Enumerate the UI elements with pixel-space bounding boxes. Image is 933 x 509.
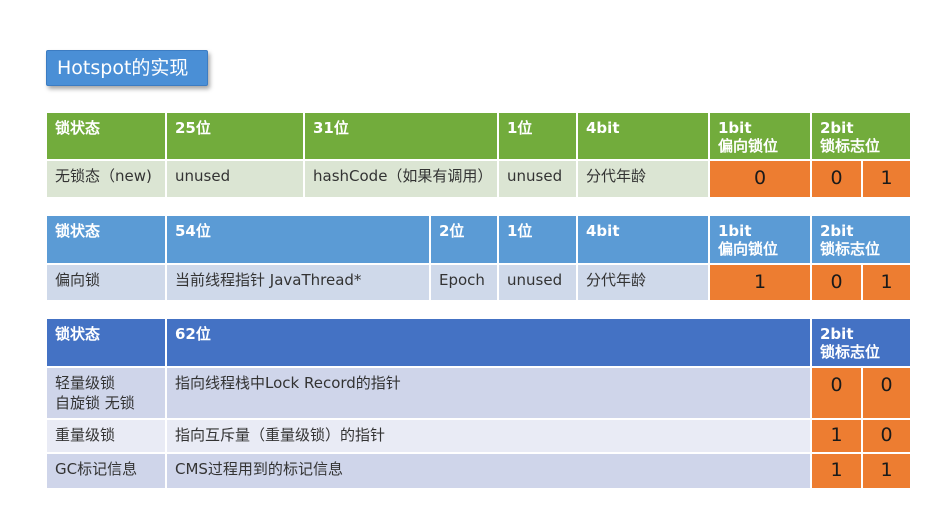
cell-lock-state: 无锁态（new): [47, 161, 165, 197]
header-lock-flag: 2bit 锁标志位: [812, 319, 910, 366]
cell-flag-bit2: 0: [863, 368, 910, 418]
cell-lightweight-lock-state: 轻量级锁 自旋锁 无锁: [47, 368, 165, 418]
header-lock-flag: 2bit 锁标志位: [812, 113, 910, 159]
cell-flag-bit1: 0: [812, 368, 861, 418]
cell-generation-age: 分代年龄: [578, 161, 708, 197]
cell-unused-bit: unused: [499, 265, 576, 300]
cell-flag-bit2: 1: [863, 161, 910, 197]
header-31bit: 31位: [305, 113, 497, 159]
header-25bit: 25位: [167, 113, 303, 159]
header-biased-bit: 1bit 偏向锁位: [710, 113, 810, 159]
cell-flag-bit2: 1: [863, 454, 910, 488]
cell-epoch: Epoch: [431, 265, 497, 300]
cell-cms-mark-info: CMS过程用到的标记信息: [167, 454, 810, 488]
cell-heavyweight-lock-state: 重量级锁: [47, 420, 165, 452]
header-54bit: 54位: [167, 216, 429, 263]
header-62bit: 62位: [167, 319, 810, 366]
header-lock-state: 锁状态: [47, 319, 165, 366]
cell-flag-bit1: 0: [812, 161, 861, 197]
header-1bit: 1位: [499, 113, 576, 159]
header-2bit: 2位: [431, 216, 497, 263]
cell-flag-bit2: 1: [863, 265, 910, 300]
cell-lock-state: 偏向锁: [47, 265, 165, 300]
cell-biased-value: 1: [710, 265, 810, 300]
header-4bit: 4bit: [578, 216, 708, 263]
cell-unused: unused: [167, 161, 303, 197]
slide-title: Hotspot的实现: [46, 50, 208, 86]
header-1bit: 1位: [499, 216, 576, 263]
cell-hashcode: hashCode（如果有调用）: [305, 161, 497, 197]
cell-mutex-pointer: 指向互斥量（重量级锁）的指针: [167, 420, 810, 452]
header-lock-state: 锁状态: [47, 216, 165, 263]
header-lock-flag: 2bit 锁标志位: [812, 216, 910, 263]
cell-flag-bit2: 0: [863, 420, 910, 452]
cell-lock-record-pointer: 指向线程栈中Lock Record的指针: [167, 368, 810, 418]
cell-biased-value: 0: [710, 161, 810, 197]
cell-thread-pointer: 当前线程指针 JavaThread*: [167, 265, 429, 300]
cell-generation-age: 分代年龄: [578, 265, 708, 300]
cell-flag-bit1: 0: [812, 265, 861, 300]
header-lock-state: 锁状态: [47, 113, 165, 159]
cell-flag-bit1: 1: [812, 420, 861, 452]
cell-unused-bit: unused: [499, 161, 576, 197]
cell-gc-mark-state: GC标记信息: [47, 454, 165, 488]
header-4bit: 4bit: [578, 113, 708, 159]
cell-flag-bit1: 1: [812, 454, 861, 488]
header-biased-bit: 1bit 偏向锁位: [710, 216, 810, 263]
